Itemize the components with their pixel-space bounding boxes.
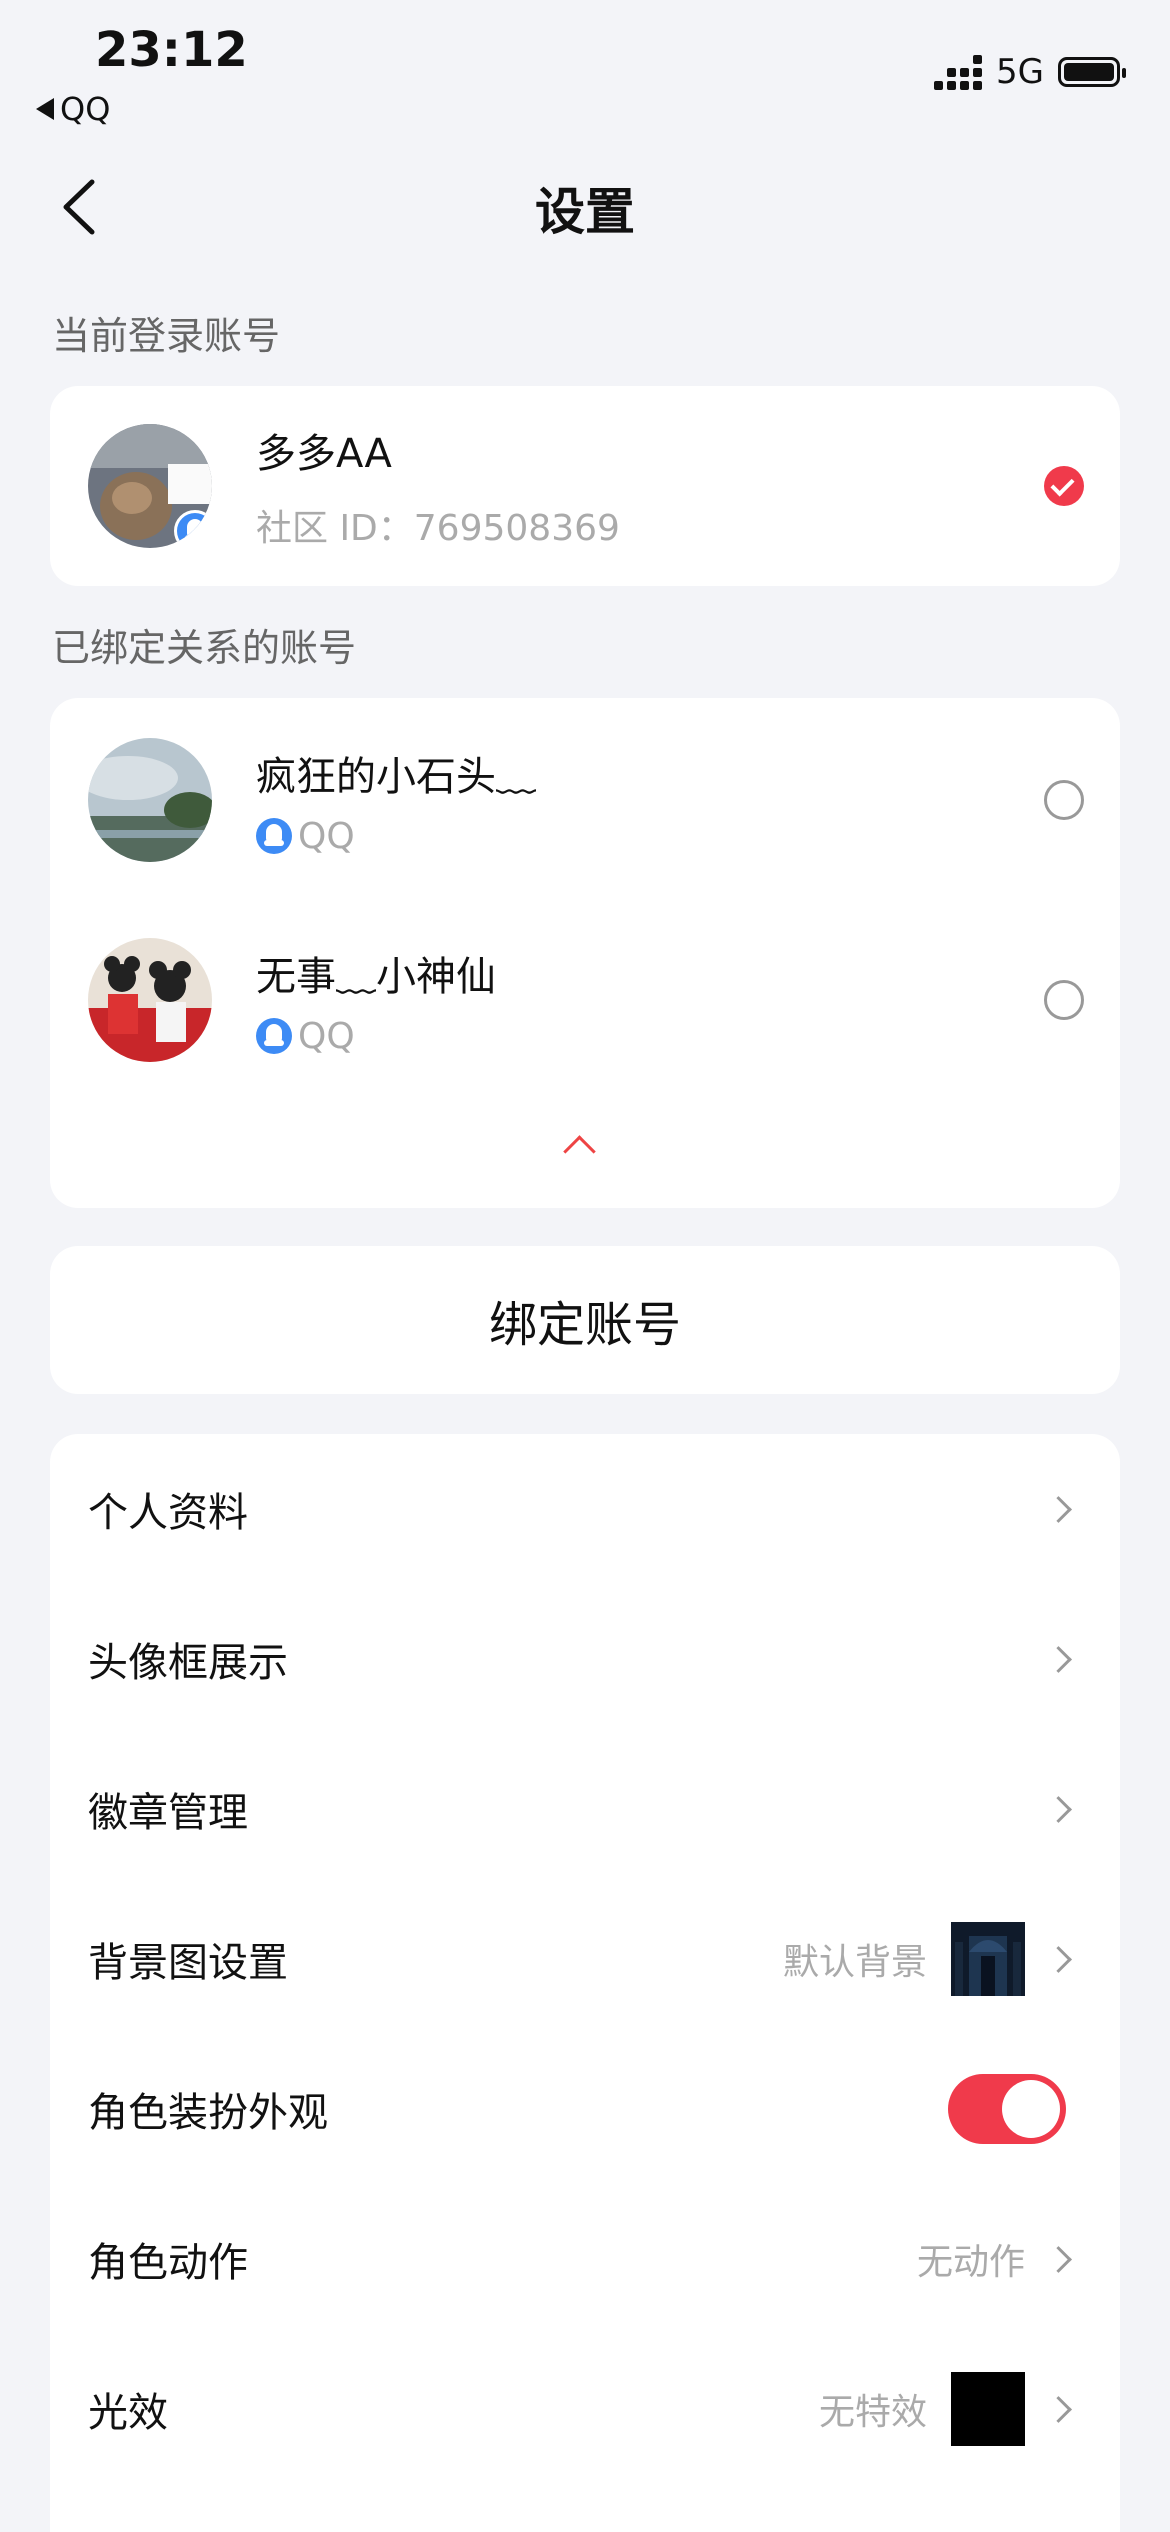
battery-icon <box>1058 57 1126 87</box>
bound-account-platform: QQ <box>298 815 355 857</box>
bind-account-button[interactable]: 绑定账号 <box>50 1246 1120 1394</box>
menu-item-light-effect[interactable]: 光效 无特效 <box>50 2334 1120 2484</box>
menu-item-label: 角色装扮外观 <box>88 2090 328 2136</box>
qq-icon <box>256 1018 292 1054</box>
bound-account-name: 疯狂的小石头﹏ <box>256 753 536 800</box>
menu-item-avatar-frame[interactable]: 头像框展示 <box>50 1584 1120 1734</box>
menu-item-value: 无动作 <box>916 2242 1025 2283</box>
community-id: 社区 ID：769508369 <box>256 508 620 549</box>
menu-item-badges[interactable]: 徽章管理 <box>50 1734 1120 1884</box>
light-effect-thumbnail <box>951 2372 1025 2446</box>
bound-account-radio[interactable] <box>1044 780 1084 820</box>
menu-item-value: 默认背景 <box>782 1942 927 1983</box>
back-to-app-link[interactable]: QQ <box>36 90 110 128</box>
status-time: 23:12 <box>95 22 248 78</box>
signal-icon <box>934 54 983 90</box>
menu-item-label: 光效 <box>88 2390 168 2436</box>
bound-account-avatar <box>88 738 212 862</box>
menu-item-profile[interactable]: 个人资料 <box>50 1434 1120 1584</box>
bound-account-item[interactable]: 无事﹏小神仙 QQ <box>50 938 1120 1062</box>
chevron-right-icon <box>1045 2245 1072 2273</box>
chevron-right-icon <box>1045 1795 1072 1823</box>
bound-account-avatar <box>88 938 212 1062</box>
menu-item-background[interactable]: 背景图设置 默认背景 <box>50 1884 1120 2034</box>
menu-item-label: 徽章管理 <box>88 1790 248 1836</box>
background-thumbnail <box>951 1922 1025 1996</box>
chevron-right-icon <box>1045 1495 1072 1523</box>
bound-account-radio[interactable] <box>1044 980 1084 1020</box>
status-indicators: 5G <box>934 52 1126 92</box>
current-account-card[interactable]: 多多AA 社区 ID：769508369 <box>50 386 1120 586</box>
bound-account-item[interactable]: 疯狂的小石头﹏ QQ <box>50 738 1120 862</box>
menu-item-label: 角色动作 <box>88 2240 248 2286</box>
bound-account-name: 无事﹏小神仙 <box>256 953 496 1000</box>
bound-accounts-card: 疯狂的小石头﹏ QQ 无事﹏小神仙 QQ <box>50 698 1120 1208</box>
bound-accounts-label: 已绑定关系的账号 <box>52 626 357 670</box>
settings-menu: 个人资料 头像框展示 徽章管理 背景图设置 默认背景 角色装扮外观 角色动作 无… <box>50 1434 1120 2532</box>
menu-item-label: 背景图设置 <box>88 1940 288 1986</box>
menu-item-character-appearance[interactable]: 角色装扮外观 <box>50 2034 1120 2184</box>
current-account-checked-icon[interactable] <box>1044 466 1084 506</box>
chevron-right-icon <box>1045 2395 1072 2423</box>
menu-item-label: 头像框展示 <box>88 1640 288 1686</box>
page-title: 设置 <box>535 183 635 241</box>
bound-account-platform: QQ <box>298 1015 355 1057</box>
back-triangle-icon <box>36 98 54 120</box>
current-account-label: 当前登录账号 <box>52 314 281 358</box>
menu-item-label: 个人资料 <box>88 1490 248 1536</box>
menu-item-value: 无特效 <box>818 2392 927 2433</box>
qq-badge-icon <box>174 510 212 548</box>
chevron-right-icon <box>1045 1645 1072 1673</box>
back-app-label: QQ <box>60 90 111 128</box>
network-type: 5G <box>996 52 1044 92</box>
menu-item-character-action[interactable]: 角色动作 无动作 <box>50 2184 1120 2334</box>
qq-icon <box>256 818 292 854</box>
chevron-right-icon <box>1045 1945 1072 1973</box>
appearance-toggle[interactable] <box>948 2074 1066 2144</box>
current-account-avatar <box>88 424 212 548</box>
current-account-name: 多多AA <box>256 431 392 477</box>
